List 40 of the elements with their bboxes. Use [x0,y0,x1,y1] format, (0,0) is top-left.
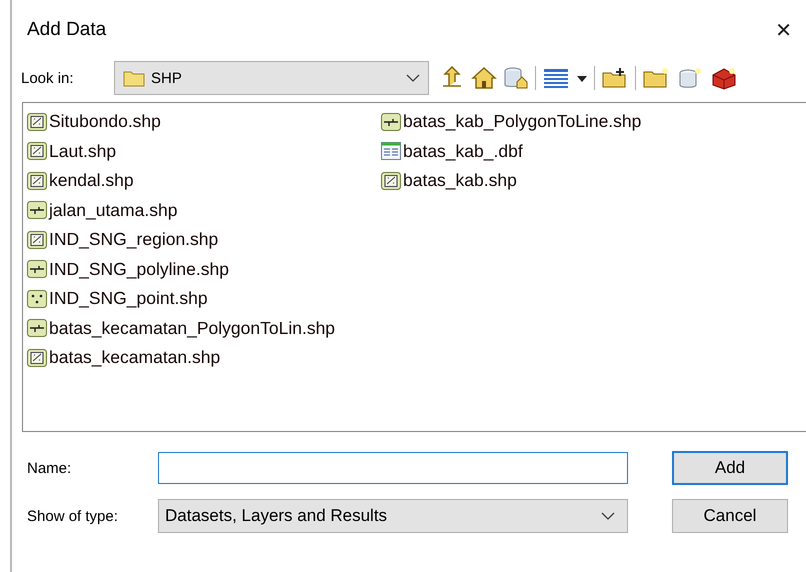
look-in-label: Look in: [21,70,75,86]
file-item[interactable]: batas_kecamatan_PolygonToLin.shp [49,318,336,339]
polygon-layer-icon [27,142,47,160]
file-item[interactable]: IND_SNG_point.shp [49,288,208,310]
file-item[interactable]: batas_kecamatan.shp [49,347,220,368]
window-title: Add Data [27,19,106,41]
close-button[interactable]: ✕ [775,18,792,42]
add-button[interactable]: Add [672,451,788,485]
look-in-dropdown[interactable]: SHP [114,61,429,95]
file-item[interactable]: Laut.shp [49,140,116,162]
type-label: Show of type: [27,508,119,524]
line-layer-icon [27,319,47,338]
point-layer-icon [27,290,47,308]
cancel-button[interactable]: Cancel [672,499,788,533]
polygon-layer-icon [27,172,47,190]
name-label: Name: [27,460,72,476]
polygon-layer-icon [27,230,47,249]
name-field[interactable] [158,452,628,484]
line-layer-icon [27,201,47,220]
file-item[interactable]: batas_kab_PolygonToLine.shp [403,111,642,132]
file-item[interactable]: batas_kab_.dbf [403,140,523,162]
folder-icon [123,69,145,87]
polygon-layer-icon [27,348,47,367]
file-item[interactable]: jalan_utama.shp [49,200,178,221]
file-item[interactable]: Situbondo.shp [49,111,161,132]
file-item[interactable]: kendal.shp [49,170,134,192]
toolbox-icon[interactable] [710,66,738,90]
file-item[interactable]: IND_SNG_region.shp [49,229,218,250]
line-layer-icon [381,112,401,131]
polygon-layer-icon [27,112,47,131]
file-item[interactable]: IND_SNG_polyline.shp [49,258,229,280]
new-folder-icon[interactable] [642,66,670,90]
database-home-icon[interactable] [503,66,529,90]
polygon-layer-icon [381,172,401,190]
type-dropdown[interactable]: Datasets, Layers and Results [158,499,628,533]
line-layer-icon [27,260,47,278]
file-item[interactable]: batas_kab.shp [403,170,517,192]
table-icon [381,142,401,160]
home-icon[interactable] [471,66,497,90]
list-view-icon[interactable] [542,66,570,90]
